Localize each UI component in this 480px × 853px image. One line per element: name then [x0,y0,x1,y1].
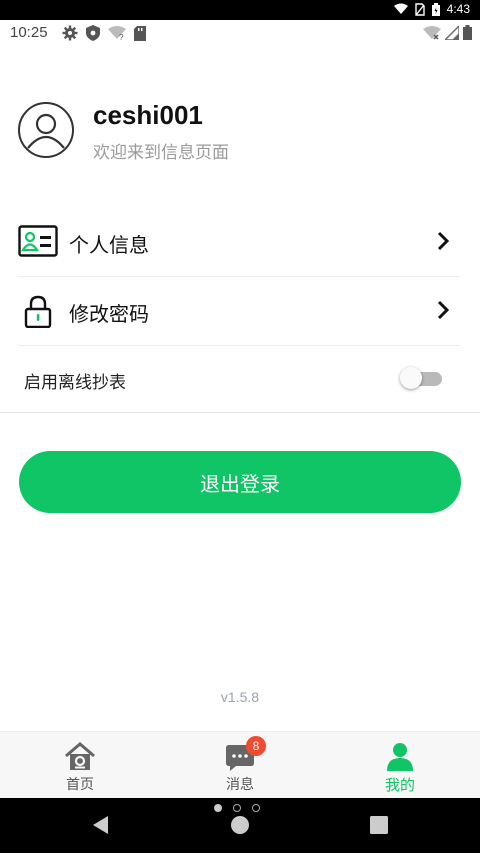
house-icon [65,742,95,770]
no-sim-icon [414,2,425,16]
menu-item-change-password[interactable]: 修改密码 [18,277,460,345]
wifi-question-icon: ? [108,26,126,40]
chevron-right-icon [437,300,450,320]
status-bar: 10:25 ? [0,20,480,48]
page-indicator [214,804,260,812]
wifi-off-icon [423,25,441,40]
menu-divider [18,345,460,346]
tab-mine-label: 我的 [384,776,415,794]
system-status-bar: 4:43 [0,0,480,20]
messages-badge: 8 [246,736,266,756]
toggle-thumb [400,367,422,389]
offline-reading-label: 启用离线抄表 [24,373,126,393]
system-clock: 4:43 [446,2,470,16]
user-avatar-icon[interactable] [18,102,74,158]
offline-reading-row: 启用离线抄表 [24,356,444,402]
tab-home-label: 首页 [66,777,94,793]
tab-mine[interactable]: 我的 [320,732,480,799]
change-password-label: 修改密码 [69,302,149,326]
tab-messages-label: 消息 [226,777,254,793]
system-status-icons: 4:43 [393,2,470,16]
app-version: v1.5.8 [220,689,260,705]
personal-info-label: 个人信息 [69,233,149,257]
bottom-tab-bar: 首页 8 消息 我的 [0,731,480,798]
welcome-text: 欢迎来到信息页面 [93,143,229,163]
logout-button[interactable]: 退出登录 [19,451,461,513]
sd-card-icon [134,25,146,41]
settings-gear-icon [62,25,78,41]
padlock-icon [18,294,58,329]
tab-home[interactable]: 首页 [0,732,160,799]
page-dot [252,804,260,812]
battery-icon [463,25,472,40]
signal-icon [445,25,459,40]
status-right-icons [423,25,472,40]
page-dot [233,804,241,812]
battery-icon [431,2,440,16]
shield-icon [86,25,100,41]
android-nav-bar [0,798,480,853]
status-time: 10:25 [10,24,48,41]
profile-header: ceshi001 欢迎来到信息页面 [18,100,458,163]
page-dot [214,804,222,812]
home-circle-icon[interactable] [229,814,251,836]
tab-messages[interactable]: 8 消息 [160,732,320,799]
id-card-icon [18,225,58,259]
back-triangle-icon[interactable] [90,814,112,836]
section-divider [0,412,480,413]
offline-reading-toggle[interactable] [400,367,442,389]
svg-text:?: ? [119,33,124,40]
person-icon [387,743,413,771]
recents-square-icon[interactable] [368,814,390,836]
menu-item-personal-info[interactable]: 个人信息 [18,208,460,276]
wifi-icon [393,3,408,14]
status-left-icons: ? [62,25,146,41]
chevron-right-icon [437,231,450,251]
username: ceshi001 [93,100,203,130]
